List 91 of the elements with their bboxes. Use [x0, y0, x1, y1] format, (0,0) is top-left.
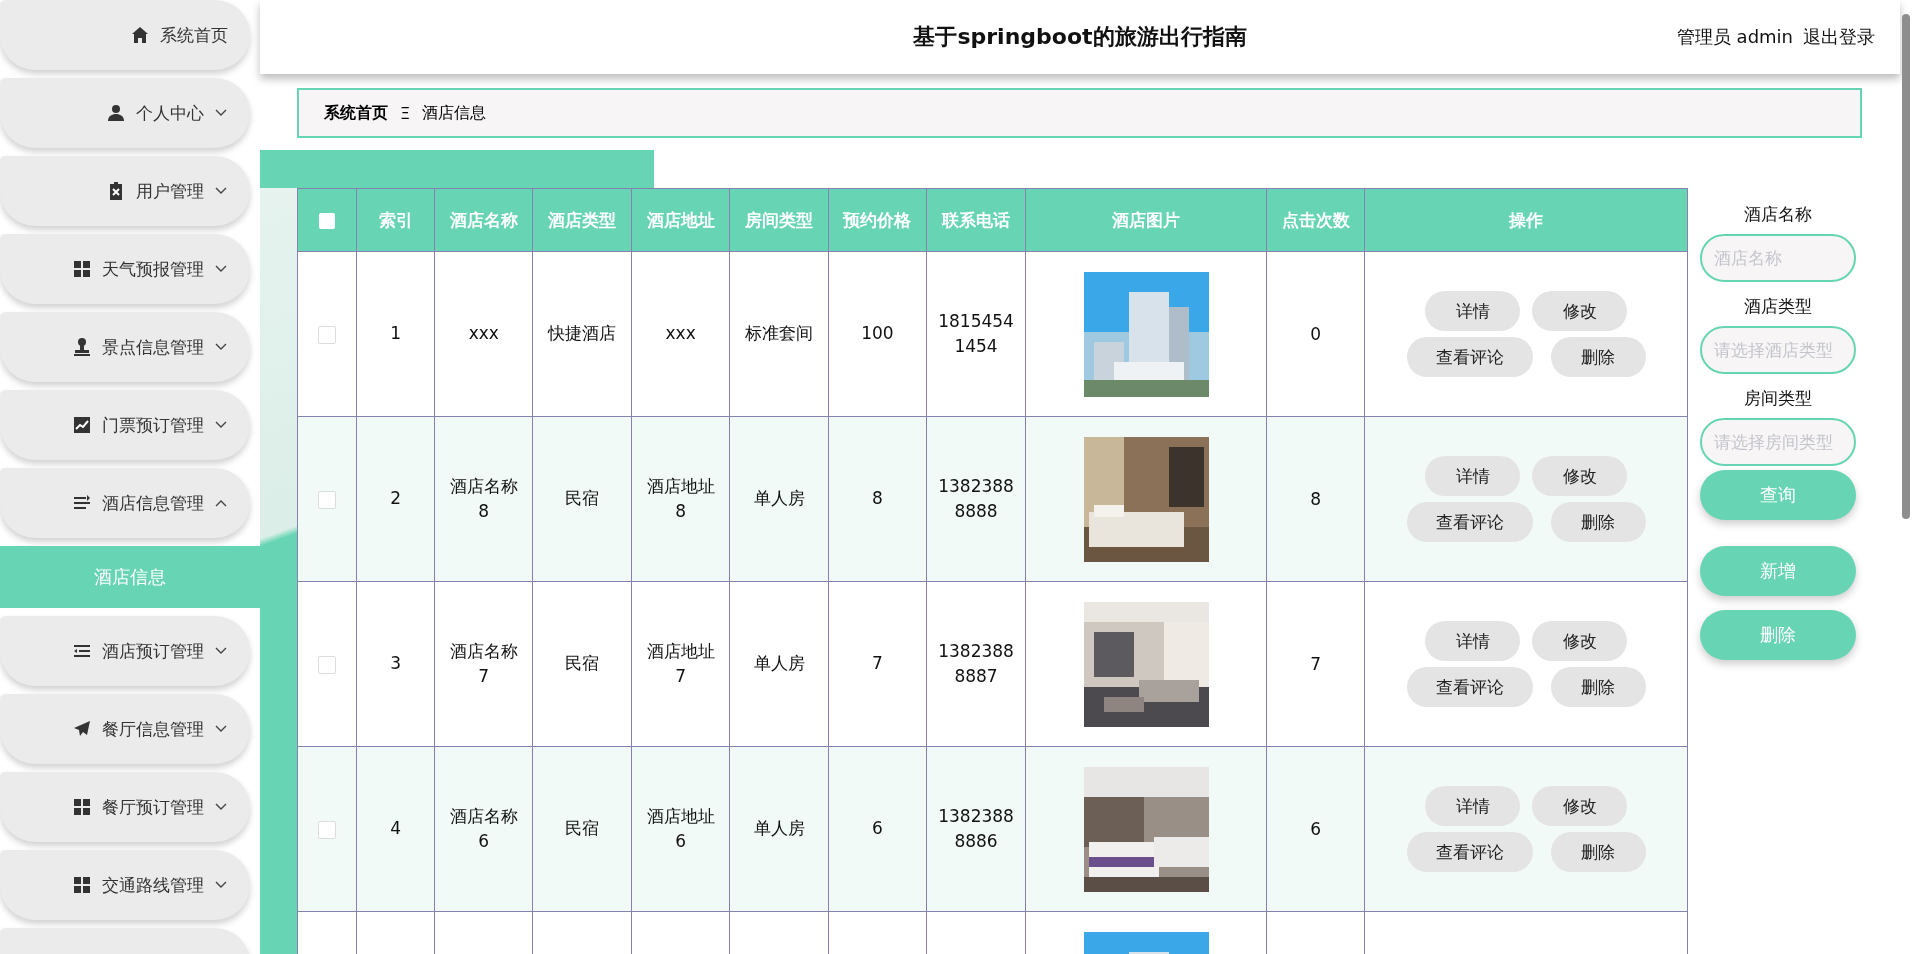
- sidebar-item[interactable]: 个人中心: [0, 78, 250, 148]
- column-header: 预约价格: [828, 188, 927, 252]
- table-cell: 民宿: [533, 581, 632, 747]
- scrollbar[interactable]: [1902, 14, 1910, 519]
- column-header: 点击次数: [1266, 188, 1365, 252]
- breadcrumb-home[interactable]: 系统首页: [324, 102, 388, 124]
- sidebar-item[interactable]: 系统首页: [0, 0, 250, 70]
- home-icon: [130, 25, 150, 45]
- grid-icon: [72, 259, 92, 279]
- row-checkbox[interactable]: [318, 821, 337, 839]
- edit-button[interactable]: 修改: [1532, 291, 1628, 331]
- user-name: 管理员 admin: [1676, 25, 1793, 49]
- column-header: 酒店名称: [434, 188, 533, 252]
- table-cell: 100: [828, 251, 927, 417]
- table-cell: 6: [828, 746, 927, 912]
- logout-link[interactable]: 退出登录: [1803, 25, 1875, 49]
- sidebar-item[interactable]: 酒店预订管理: [0, 616, 250, 686]
- table-cell: 酒店地址6: [631, 746, 730, 912]
- table-cell: xxx: [631, 251, 730, 417]
- table-cell: 7: [828, 581, 927, 747]
- table-cell: 民宿: [533, 746, 632, 912]
- table-cell: 民宿: [533, 416, 632, 582]
- column-header: 索引: [356, 188, 435, 252]
- table-cell: 13823888886: [926, 746, 1026, 912]
- column-header: 联系电话: [926, 188, 1026, 252]
- table-cell: 0: [1266, 251, 1365, 417]
- field-label: 房间类型: [1744, 386, 1812, 410]
- sidebar-item[interactable]: 餐厅预订管理: [0, 772, 250, 842]
- table-cell: 单人房: [729, 416, 829, 582]
- detail-button[interactable]: 详情: [1425, 456, 1521, 496]
- table-cell: 6: [1266, 746, 1365, 912]
- sidebar-item[interactable]: 餐厅信息管理: [0, 694, 250, 764]
- app-title: 基于springboot的旅游出行指南: [913, 24, 1247, 49]
- delete-button[interactable]: 删除: [1550, 502, 1646, 542]
- table-cell: 2: [356, 416, 435, 582]
- table-cell: 酒店名称6: [434, 746, 533, 912]
- breadcrumb-separator: Ξ: [400, 103, 411, 123]
- table-cell: 酒店名称7: [434, 581, 533, 747]
- table-cell: 1: [356, 251, 435, 417]
- grid-icon: [72, 875, 92, 895]
- table-cell: 4: [356, 746, 435, 912]
- row-checkbox[interactable]: [318, 491, 337, 509]
- sidebar-item[interactable]: 门票预订管理: [0, 390, 250, 460]
- table-cell: 酒店名称8: [434, 416, 533, 582]
- delete-button[interactable]: 删除: [1550, 667, 1646, 707]
- user-icon: [106, 103, 126, 123]
- stamp-icon: [72, 337, 92, 357]
- detail-button[interactable]: 详情: [1425, 621, 1521, 661]
- table-cell: xxx: [434, 251, 533, 417]
- table-cell: 酒店地址7: [631, 581, 730, 747]
- view-comments-button[interactable]: 查看评论: [1406, 502, 1533, 542]
- table-cell: 7: [1266, 581, 1365, 747]
- edit-button[interactable]: 修改: [1532, 456, 1628, 496]
- table-cell: 快捷酒店: [533, 251, 632, 417]
- sidebar-item[interactable]: 景点信息管理: [0, 312, 250, 382]
- view-comments-button[interactable]: 查看评论: [1406, 667, 1533, 707]
- chart-icon: [72, 415, 92, 435]
- view-comments-button[interactable]: 查看评论: [1406, 337, 1533, 377]
- table-cell: 单人房: [729, 746, 829, 912]
- column-header: 操作: [1364, 188, 1688, 252]
- column-header: 酒店地址: [631, 188, 730, 252]
- select-all-checkbox[interactable]: [319, 213, 336, 229]
- table-cell: 18154541454: [926, 251, 1026, 417]
- sidebar-item[interactable]: 交通路线管理: [0, 850, 250, 920]
- breadcrumb-current: 酒店信息: [422, 102, 487, 124]
- table-cell: 13823888888: [926, 416, 1026, 582]
- table-cell: 8: [828, 416, 927, 582]
- column-header: 酒店类型: [533, 188, 632, 252]
- table-cell: 标准套间: [729, 251, 829, 417]
- column-header: 酒店图片: [1025, 188, 1267, 252]
- field-label: 酒店类型: [1744, 294, 1812, 318]
- grid-icon: [72, 797, 92, 817]
- table-cell: 单人房: [729, 581, 829, 747]
- field-label: 酒店名称: [1744, 202, 1812, 226]
- table-cell: 3: [356, 581, 435, 747]
- edit-button[interactable]: 修改: [1532, 621, 1628, 661]
- table-cell: 8: [1266, 416, 1365, 582]
- detail-button[interactable]: 详情: [1425, 291, 1521, 331]
- edit-button[interactable]: 修改: [1532, 786, 1628, 826]
- view-comments-button[interactable]: 查看评论: [1406, 832, 1533, 872]
- delete-button[interactable]: 删除: [1550, 337, 1646, 377]
- row-checkbox[interactable]: [318, 656, 337, 674]
- sidebar-item[interactable]: 用户管理: [0, 156, 250, 226]
- sidebar-item[interactable]: 酒店信息管理: [0, 468, 250, 538]
- column-header: 房间类型: [729, 188, 829, 252]
- detail-button[interactable]: 详情: [1425, 786, 1521, 826]
- row-checkbox[interactable]: [318, 326, 337, 344]
- delete-button[interactable]: 删除: [1550, 832, 1646, 872]
- table-cell: 酒店地址8: [631, 416, 730, 582]
- sidebar-item[interactable]: 天气预报管理: [0, 234, 250, 304]
- table-cell: 13823888887: [926, 581, 1026, 747]
